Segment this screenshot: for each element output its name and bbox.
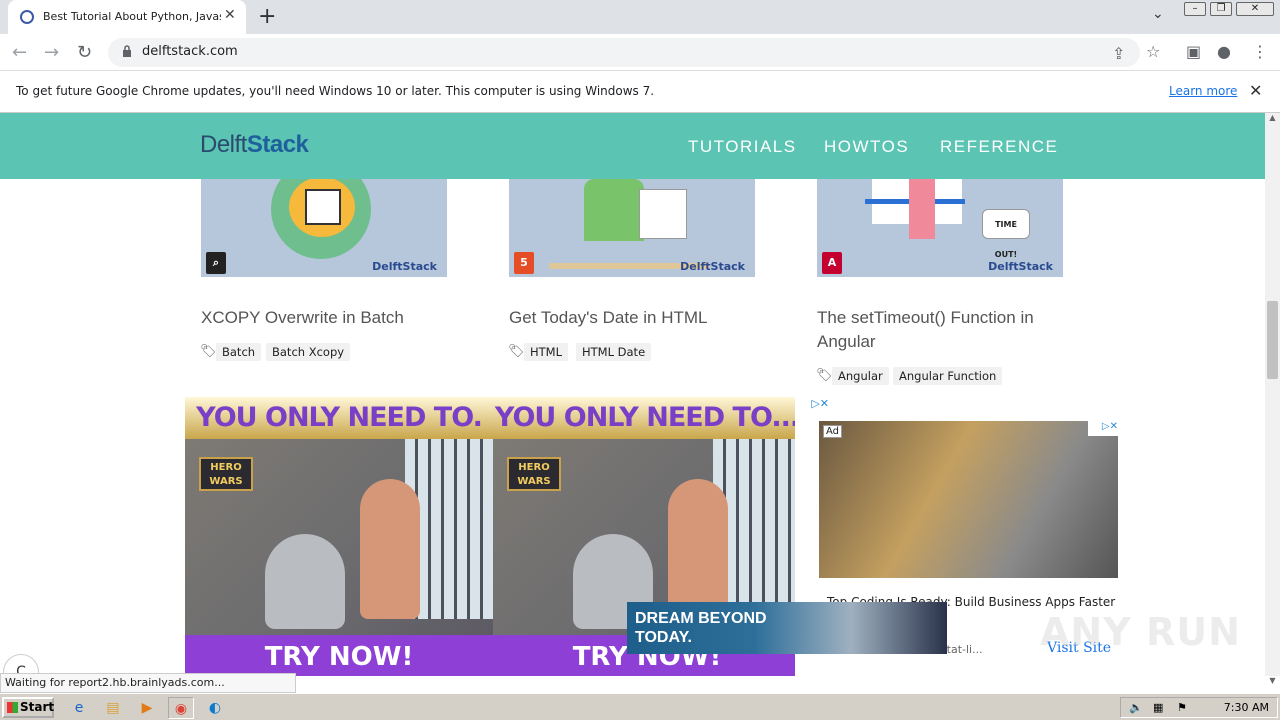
lock-icon[interactable] bbox=[122, 45, 132, 58]
native-ad-image bbox=[819, 421, 1118, 578]
anyrun-watermark: ANY RUN bbox=[1040, 610, 1241, 654]
menu-kebab-icon[interactable]: ⋮ bbox=[1252, 42, 1268, 61]
tag-icon: 🏷 bbox=[508, 344, 525, 359]
browser-toolbar: ← → ↻ delftstack.com ⇪ ☆ ▣ ● ⋮ bbox=[0, 34, 1280, 71]
tag-html-date[interactable]: HTML Date bbox=[576, 343, 652, 361]
site-favicon-icon bbox=[20, 10, 34, 24]
close-window-button[interactable]: ✕ bbox=[1236, 2, 1274, 16]
delftstack-logo[interactable]: DelftStack bbox=[200, 131, 309, 159]
update-infobar: To get future Google Chrome updates, you… bbox=[0, 71, 1280, 113]
infobar-message: To get future Google Chrome updates, you… bbox=[16, 84, 655, 98]
profile-avatar-icon[interactable]: ● bbox=[1217, 42, 1231, 61]
html5-logo-icon: 5 bbox=[514, 252, 534, 274]
banner-line-2: TODAY. bbox=[635, 629, 692, 646]
file-explorer-icon[interactable]: ▤ bbox=[102, 697, 124, 719]
system-tray: 🔈 ▦ ⚑ 7:30 AM bbox=[1120, 697, 1278, 718]
logo-part-2: Stack bbox=[246, 131, 309, 158]
site-header: DelftStack TUTORIALS HOWTOS REFERENCE bbox=[0, 113, 1265, 179]
close-tab-icon[interactable]: ✕ bbox=[224, 7, 236, 23]
page-scrollbar[interactable] bbox=[1265, 113, 1280, 676]
tag-batch[interactable]: Batch bbox=[216, 343, 262, 361]
windows-taskbar: Start e ▤ ▶ ◉ ◐ 🔈 ▦ ⚑ 7:30 AM bbox=[0, 693, 1280, 720]
adchoices-icon[interactable]: ▷✕ bbox=[795, 397, 829, 413]
adchoices-icon[interactable]: ▷✕ bbox=[1088, 421, 1118, 436]
game-ad-headline: YOU ONLY NEED TO. bbox=[185, 397, 493, 439]
game-ad-headline: YOU ONLY NEED TO... bbox=[493, 397, 795, 439]
start-button[interactable]: Start bbox=[2, 697, 54, 718]
tab-strip: Best Tutorial About Python, Javascript ✕… bbox=[0, 0, 1280, 34]
card-thumbnail-xcopy[interactable]: ⌕ DelftStack bbox=[201, 179, 447, 277]
restore-button[interactable]: ❐ bbox=[1210, 2, 1232, 16]
tag-icon: 🏷 bbox=[200, 344, 217, 359]
address-bar[interactable]: delftstack.com ⇪ bbox=[108, 38, 1140, 67]
reload-icon[interactable]: ↻ bbox=[77, 42, 92, 63]
side-panel-icon[interactable]: ▣ bbox=[1186, 42, 1201, 61]
internet-explorer-icon[interactable]: e bbox=[68, 697, 90, 719]
close-infobar-icon[interactable]: ✕ bbox=[1249, 81, 1262, 100]
nav-reference[interactable]: REFERENCE bbox=[940, 137, 1058, 157]
volume-icon[interactable]: 🔈 bbox=[1129, 701, 1143, 714]
tag-batch-xcopy[interactable]: Batch Xcopy bbox=[266, 343, 351, 361]
network-icon[interactable]: ▦ bbox=[1153, 701, 1163, 714]
card-thumbnail-settimeout[interactable]: TIME OUT! A DelftStack bbox=[817, 179, 1063, 277]
nav-tutorials[interactable]: TUTORIALS bbox=[688, 137, 797, 157]
thumbnail-watermark: DelftStack bbox=[988, 260, 1053, 273]
start-label: Start bbox=[20, 700, 55, 714]
web-page: DelftStack TUTORIALS HOWTOS REFERENCE ⌕ … bbox=[0, 113, 1265, 676]
nav-howtos[interactable]: HOWTOS bbox=[824, 137, 909, 157]
tag-icon: 🏷 bbox=[816, 368, 833, 383]
card-thumbnail-date[interactable]: 5 DelftStack bbox=[509, 179, 755, 277]
tag-angular-function[interactable]: Angular Function bbox=[893, 367, 1003, 385]
edge-icon[interactable]: ◐ bbox=[204, 697, 226, 719]
new-tab-button[interactable]: + bbox=[258, 4, 276, 29]
action-center-flag-icon[interactable]: ⚑ bbox=[1177, 701, 1187, 714]
game-ad-cta[interactable]: TRY NOW! bbox=[185, 635, 493, 676]
card-title-xcopy[interactable]: XCOPY Overwrite in Batch bbox=[201, 306, 451, 330]
logo-part-1: Delft bbox=[200, 131, 247, 158]
card-title-date[interactable]: Get Today's Date in HTML bbox=[509, 306, 759, 330]
tag-html[interactable]: HTML bbox=[524, 343, 569, 361]
ad-label: Ad bbox=[823, 425, 843, 438]
back-arrow-icon[interactable]: ← bbox=[12, 42, 27, 63]
bookmark-star-icon[interactable]: ☆ bbox=[1146, 42, 1160, 61]
batch-logo-icon: ⌕ bbox=[206, 252, 226, 274]
tab-search-chevron-icon[interactable]: ⌄ bbox=[1152, 6, 1164, 22]
media-player-icon[interactable]: ▶ bbox=[136, 697, 158, 719]
game-ad-scene: HERO WARS bbox=[185, 439, 493, 635]
dream-beyond-banner[interactable]: DREAM BEYOND TODAY. bbox=[627, 602, 947, 654]
timeout-sign: TIME OUT! bbox=[982, 209, 1030, 259]
status-bar: Waiting for report2.hb.brainlyads.com... bbox=[0, 673, 296, 693]
forward-arrow-icon[interactable]: → bbox=[44, 42, 59, 63]
share-icon[interactable]: ⇪ bbox=[1112, 44, 1125, 63]
thumbnail-watermark: DelftStack bbox=[372, 260, 437, 273]
hero-wars-logo: HERO WARS bbox=[199, 457, 253, 491]
scrollbar-thumb[interactable] bbox=[1267, 301, 1278, 379]
browser-tab[interactable]: Best Tutorial About Python, Javascript ✕ bbox=[8, 0, 246, 34]
chrome-taskbar-icon[interactable]: ◉ bbox=[168, 697, 194, 719]
minimize-button[interactable]: – bbox=[1184, 2, 1206, 16]
thumbnail-watermark: DelftStack bbox=[680, 260, 745, 273]
learn-more-link[interactable]: Learn more bbox=[1169, 84, 1237, 98]
tab-title: Best Tutorial About Python, Javascript bbox=[43, 10, 221, 23]
scroll-down-arrow-icon[interactable]: ▼ bbox=[1265, 676, 1280, 690]
windows-logo-icon bbox=[7, 702, 18, 713]
angular-logo-icon: A bbox=[822, 252, 842, 274]
hero-wars-logo: HERO WARS bbox=[507, 457, 561, 491]
scroll-up-arrow-icon[interactable]: ▲ bbox=[1265, 113, 1280, 127]
card-title-settimeout[interactable]: The setTimeout() Function in Angular bbox=[817, 306, 1067, 354]
tag-angular[interactable]: Angular bbox=[832, 367, 889, 385]
url-text[interactable]: delftstack.com bbox=[142, 44, 238, 59]
clock[interactable]: 7:30 AM bbox=[1224, 701, 1269, 714]
game-ad-banner-1[interactable]: YOU ONLY NEED TO. HERO WARS TRY NOW! bbox=[185, 397, 493, 676]
banner-line-1: DREAM BEYOND bbox=[635, 610, 767, 627]
